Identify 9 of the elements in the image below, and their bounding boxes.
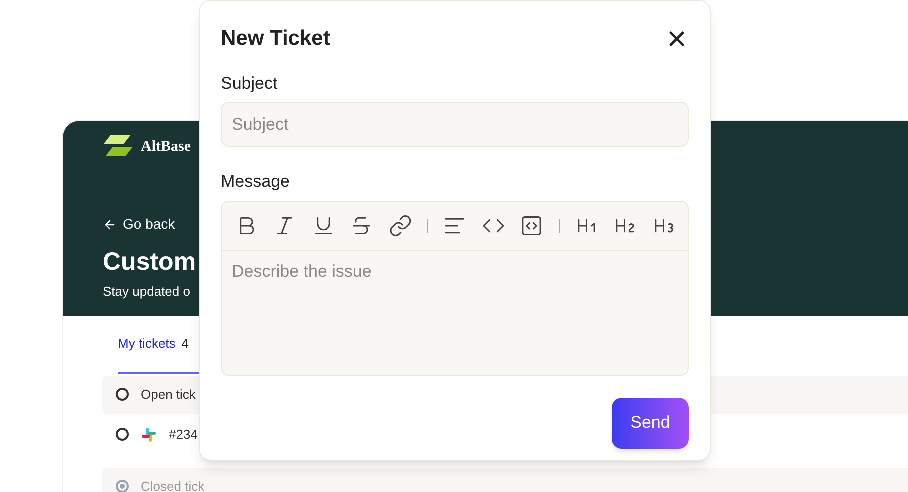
brand-name: AltBase bbox=[141, 138, 191, 157]
message-label: Message bbox=[221, 171, 291, 193]
page-subtitle: Stay updated o bbox=[103, 283, 190, 302]
group-label: Closed tick bbox=[141, 478, 205, 492]
group-label: Open tick bbox=[141, 386, 196, 404]
ticket-number: #234 bbox=[169, 426, 198, 444]
page-title: Custom bbox=[103, 247, 196, 278]
subject-label: Subject bbox=[221, 72, 279, 94]
dialog-title: New Ticket bbox=[221, 26, 330, 52]
